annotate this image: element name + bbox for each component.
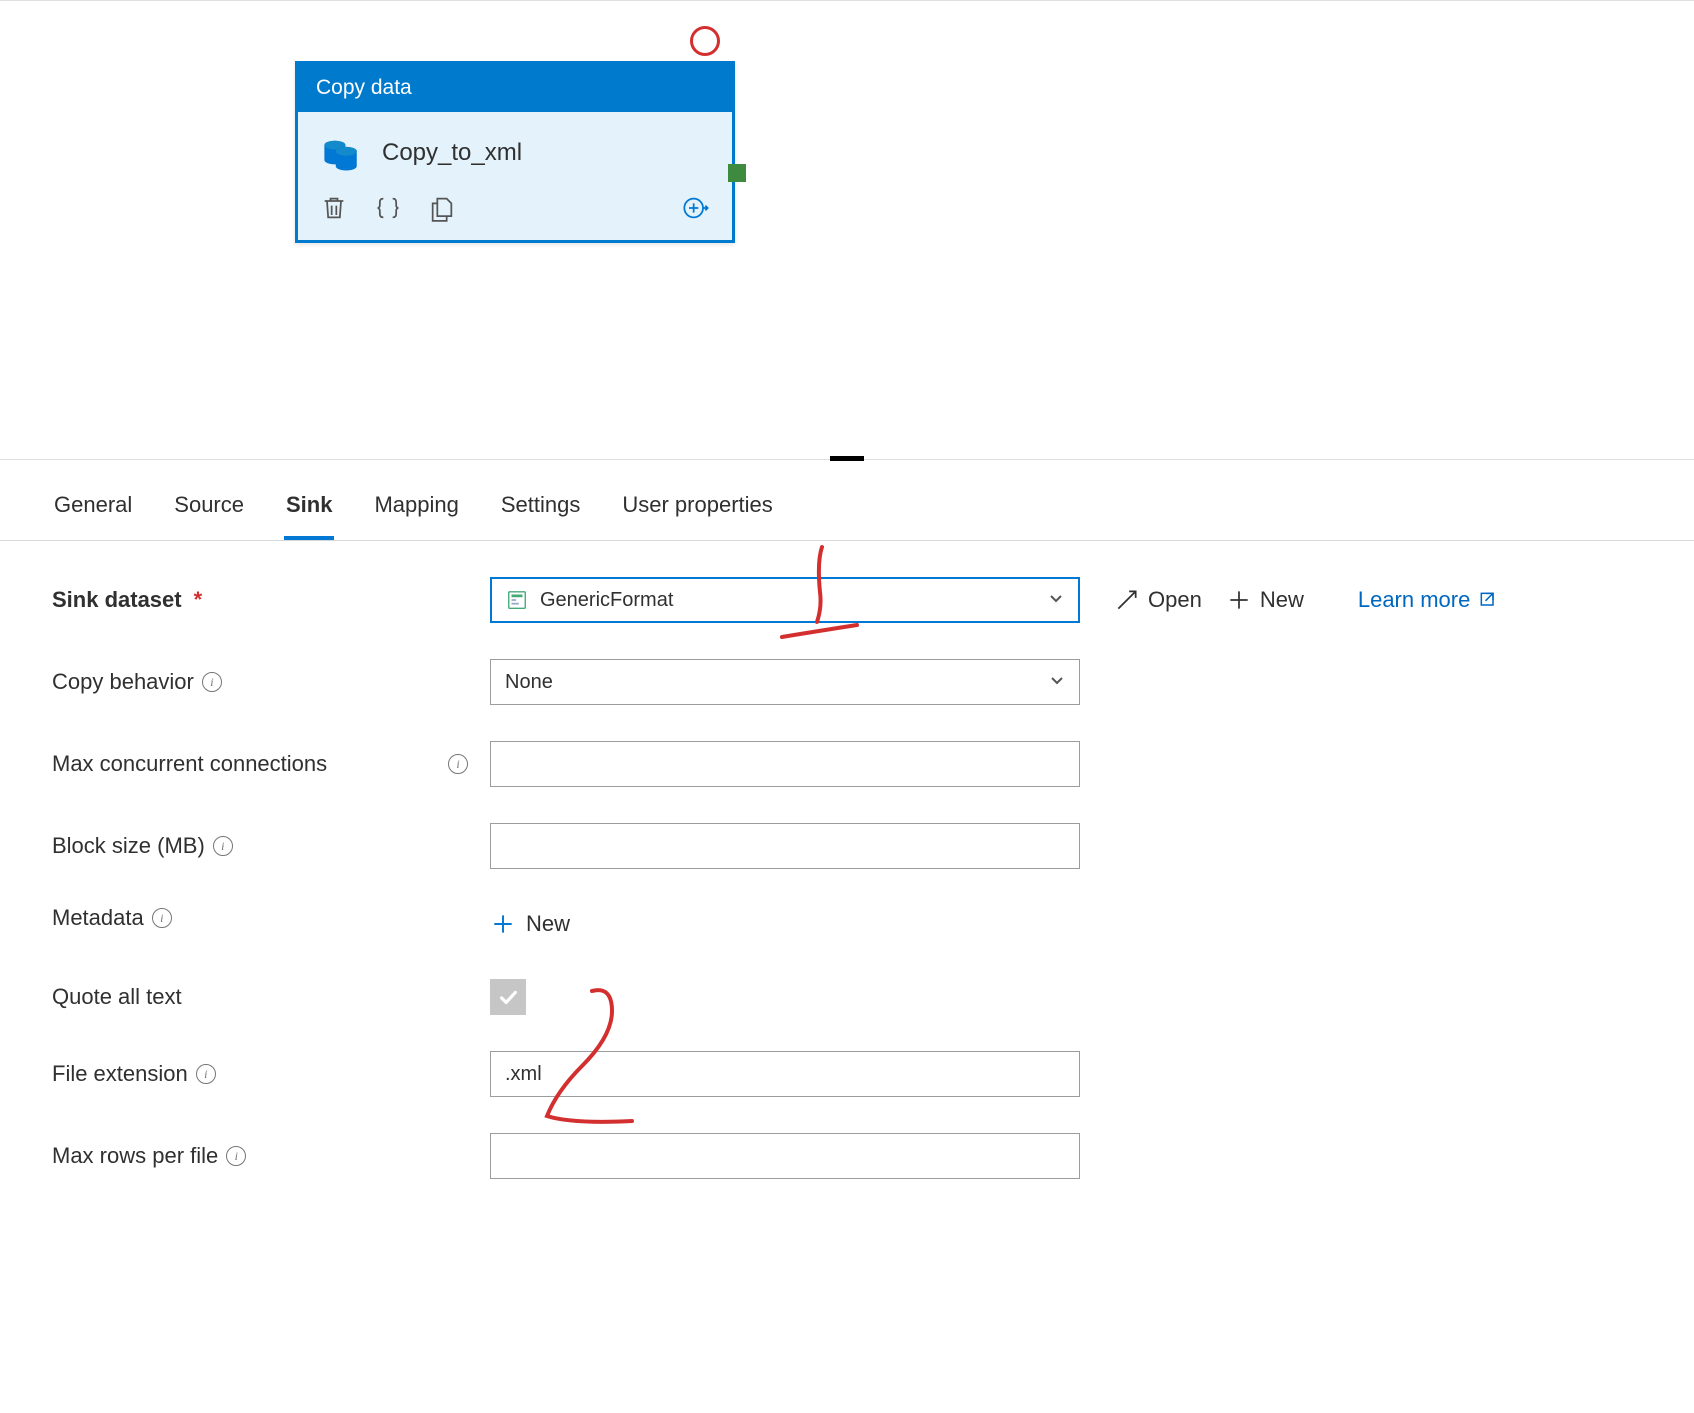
block-size-input[interactable] bbox=[490, 823, 1080, 869]
tab-mapping[interactable]: Mapping bbox=[372, 482, 460, 540]
annotation-circle bbox=[690, 26, 720, 56]
chevron-down-icon bbox=[1048, 589, 1064, 612]
max-rows-label: Max rows per file i bbox=[52, 1143, 432, 1169]
tab-sink[interactable]: Sink bbox=[284, 482, 334, 540]
learn-more-link[interactable]: Learn more bbox=[1358, 587, 1499, 613]
block-size-label: Block size (MB) i bbox=[52, 833, 432, 859]
info-icon[interactable]: i bbox=[202, 672, 222, 692]
panel-resize-handle[interactable] bbox=[830, 456, 864, 461]
tab-general[interactable]: General bbox=[52, 482, 134, 540]
activity-type-label: Copy data bbox=[298, 64, 732, 112]
copy-icon[interactable] bbox=[428, 194, 456, 222]
copy-behavior-value: None bbox=[505, 671, 553, 694]
sink-form: Sink dataset* GenericFormat Open New bbox=[0, 541, 1694, 1251]
new-dataset-button[interactable]: New bbox=[1226, 587, 1304, 613]
activity-node-copy-data[interactable]: Copy data Copy_to_xml bbox=[295, 61, 735, 243]
tab-bar: General Source Sink Mapping Settings Use… bbox=[0, 460, 1694, 541]
copy-behavior-label: Copy behavior i bbox=[52, 669, 432, 695]
dataset-file-icon bbox=[506, 589, 528, 611]
sink-dataset-label: Sink dataset* bbox=[52, 587, 432, 613]
file-extension-label: File extension i bbox=[52, 1061, 432, 1087]
copy-behavior-dropdown[interactable]: None bbox=[490, 659, 1080, 705]
sink-dataset-value: GenericFormat bbox=[540, 589, 673, 612]
max-concurrent-input[interactable] bbox=[490, 741, 1080, 787]
tab-settings[interactable]: Settings bbox=[499, 482, 583, 540]
quote-all-label: Quote all text bbox=[52, 984, 432, 1010]
open-dataset-button[interactable]: Open bbox=[1114, 587, 1202, 613]
sink-dataset-dropdown[interactable]: GenericFormat bbox=[490, 577, 1080, 623]
info-icon[interactable]: i bbox=[152, 908, 172, 928]
quote-all-checkbox[interactable] bbox=[490, 979, 526, 1015]
output-connector[interactable] bbox=[728, 164, 746, 182]
metadata-label: Metadata i bbox=[52, 905, 432, 931]
info-icon[interactable]: i bbox=[196, 1064, 216, 1084]
pipeline-canvas[interactable]: Copy data Copy_to_xml bbox=[0, 0, 1694, 460]
tab-source[interactable]: Source bbox=[172, 482, 246, 540]
tab-user-properties[interactable]: User properties bbox=[620, 482, 774, 540]
info-icon[interactable]: i bbox=[213, 836, 233, 856]
delete-icon[interactable] bbox=[320, 194, 348, 222]
max-concurrent-label: Max concurrent connections bbox=[52, 751, 402, 777]
file-extension-input[interactable] bbox=[490, 1051, 1080, 1097]
chevron-down-icon bbox=[1049, 671, 1065, 694]
add-output-icon[interactable] bbox=[682, 194, 710, 222]
max-rows-input[interactable] bbox=[490, 1133, 1080, 1179]
activity-name: Copy_to_xml bbox=[382, 139, 522, 167]
metadata-new-button[interactable]: New bbox=[490, 911, 570, 937]
database-copy-icon bbox=[320, 132, 362, 174]
info-icon[interactable]: i bbox=[226, 1146, 246, 1166]
braces-icon[interactable] bbox=[374, 194, 402, 222]
